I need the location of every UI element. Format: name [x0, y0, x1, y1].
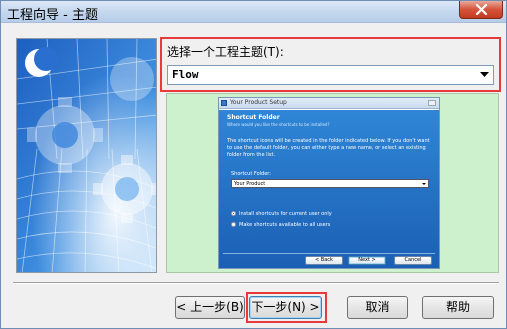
wizard-window: 工程向导 - 主题 选择一个工程主题(T): Flow Your Product…: [0, 0, 507, 329]
preview-subheader: Where would you like the shortcuts to be…: [227, 122, 330, 127]
app-icon: [221, 100, 227, 106]
gear-artwork: [17, 39, 156, 272]
preview-folder-label: Shortcut Folder:: [231, 171, 271, 177]
theme-select[interactable]: Flow: [167, 65, 494, 85]
preview-title-bar: Your Product Setup: [219, 98, 439, 109]
dropdown-arrow-icon[interactable]: [480, 72, 489, 78]
preview-close-icon: [428, 100, 436, 106]
preview-cancel-button: Cancel: [394, 256, 432, 265]
preview-title: Your Product Setup: [230, 99, 287, 106]
preview-body: Shortcut Folder Where would you like the…: [219, 110, 439, 268]
preview-next-button: Next >: [348, 256, 386, 265]
preview-radio-current-user: [231, 211, 236, 216]
wizard-side-image: [16, 38, 157, 273]
preview-dropdown-icon: [422, 183, 426, 185]
preview-radio-label: Install shortcuts for current user only: [239, 211, 332, 217]
close-icon: [475, 4, 488, 15]
window-title: 工程向导 - 主题: [7, 8, 98, 23]
preview-separator: [223, 253, 435, 254]
preview-folder-field: Your Product: [231, 179, 429, 188]
title-bar[interactable]: 工程向导 - 主题: [1, 1, 506, 23]
back-button[interactable]: < 上一步(B): [175, 296, 245, 319]
preview-radio-label: Make shortcuts available to all users: [239, 222, 331, 228]
preview-folder-value: Your Product: [234, 181, 266, 187]
theme-select-label: 选择一个工程主题(T):: [167, 45, 284, 59]
theme-selection-highlight: 选择一个工程主题(T): Flow: [160, 37, 501, 92]
preview-dialog: Your Product Setup Shortcut Folder Where…: [218, 97, 440, 269]
close-button[interactable]: [459, 1, 503, 19]
preview-radio-all-users: [231, 222, 236, 227]
help-button[interactable]: 帮助: [422, 296, 494, 319]
theme-select-value: Flow: [172, 68, 199, 81]
preview-description: The shortcut icons will be created in th…: [227, 138, 430, 158]
next-button[interactable]: 下一步(N) >: [249, 296, 322, 319]
preview-header: Shortcut Folder: [227, 114, 280, 121]
preview-back-button: < Back: [305, 256, 343, 265]
theme-preview-area: Your Product Setup Shortcut Folder Where…: [166, 93, 499, 273]
footer-divider: [13, 282, 499, 284]
cancel-button[interactable]: 取消: [347, 296, 408, 319]
